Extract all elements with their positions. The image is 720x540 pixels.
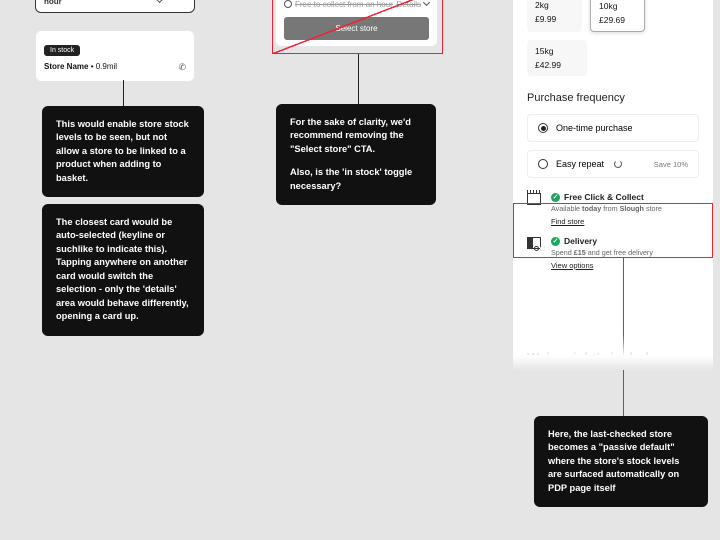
annotation-3: For the sake of clarity, we'd recommend …	[276, 104, 436, 205]
fade-overlay	[513, 335, 713, 370]
size-option-15kg[interactable]: 15kg £42.99	[527, 40, 587, 76]
save-badge: Save 10%	[654, 160, 688, 169]
size-options-row: × 2kg £9.99 10kg £29.69	[527, 0, 699, 32]
collect-text: Free to collect from an hour	[44, 0, 154, 6]
phone-icon[interactable]: ✆	[178, 62, 186, 73]
size-option-10kg[interactable]: 10kg £29.69	[590, 0, 645, 32]
annotation-1: This would enable store stock levels to …	[42, 106, 204, 197]
red-strike	[272, 0, 443, 54]
store-card-bottom[interactable]: In stock Store Name • 0.9mil ✆	[35, 30, 195, 82]
store-card-top: Free to collect from an hour Details	[35, 0, 195, 13]
connector-line-1	[123, 80, 124, 106]
radio-unselected	[538, 159, 548, 169]
connector-line-2	[358, 54, 359, 104]
chevron-down-icon	[156, 0, 163, 3]
annotation-4: Here, the last-checked store becomes a "…	[534, 416, 708, 507]
freq-easy-repeat[interactable]: Easy repeat Save 10%	[527, 150, 699, 178]
view-options-link[interactable]: View options	[551, 261, 593, 270]
radio-selected	[538, 123, 548, 133]
freq-one-time[interactable]: One-time purchase	[527, 114, 699, 142]
red-highlight-click-collect	[513, 203, 713, 258]
frequency-heading: Purchase frequency	[527, 92, 699, 104]
size-option-2kg[interactable]: 2kg £9.99	[527, 0, 582, 32]
details-toggle[interactable]: Details	[154, 0, 186, 6]
tick-icon: ✓	[551, 193, 560, 202]
refresh-icon	[614, 160, 622, 168]
pdp-panel: Size × 2kg £9.99 10kg £29.69 15kg £42.99…	[513, 0, 713, 370]
annotation-2: The closest card would be auto-selected …	[42, 204, 204, 336]
store-name-line: Store Name • 0.9mil ✆	[44, 62, 186, 71]
instock-badge: In stock	[44, 45, 80, 56]
